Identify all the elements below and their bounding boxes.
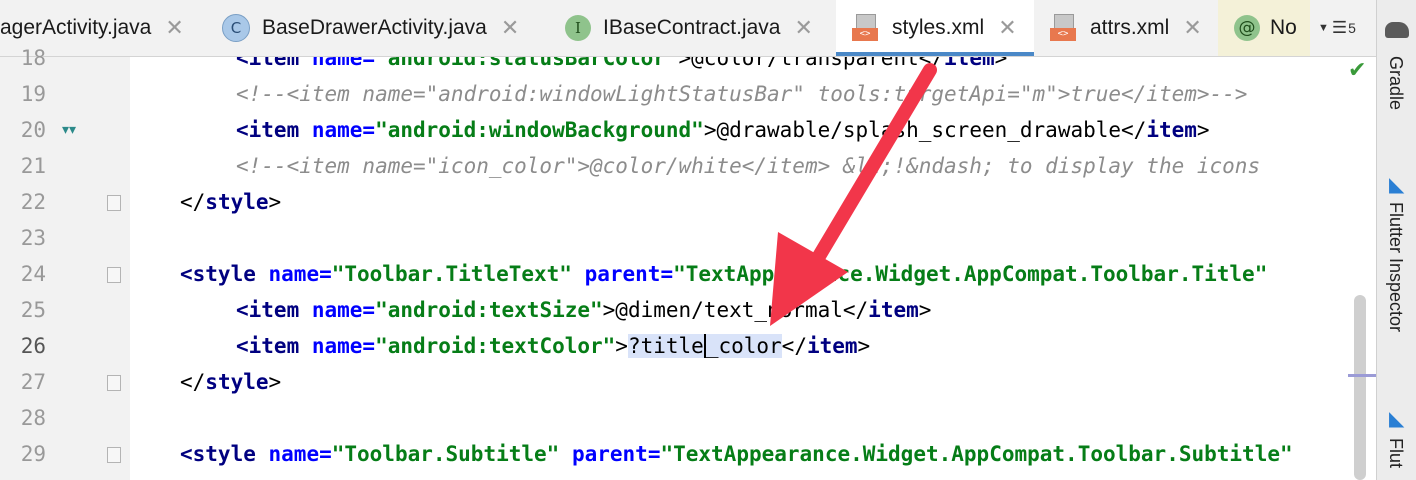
code-line-27: </style> <box>180 370 282 394</box>
tab-base-drawer-activity[interactable]: C BaseDrawerActivity.java ✕ <box>222 0 519 56</box>
tab-styles-xml[interactable]: <> styles.xml ✕ <box>836 0 1034 56</box>
selected-text: _color <box>705 334 782 358</box>
flutter-inspector-panel-button[interactable]: Flutter Inspector <box>1385 202 1406 332</box>
line-number: 22 <box>20 190 46 214</box>
fold-start-icon[interactable] <box>107 267 121 283</box>
chevron-down-icon: ▼ <box>1318 22 1329 34</box>
inspection-ok-icon[interactable]: ✔ <box>1348 58 1366 83</box>
xml-file-icon: <> <box>1050 14 1076 42</box>
interface-icon: I <box>565 15 591 41</box>
vertical-scrollbar[interactable] <box>1354 295 1366 480</box>
java-class-icon: C <box>222 14 250 42</box>
code-line-19: <!--<item name="android:windowLightStatu… <box>236 82 1248 106</box>
close-icon[interactable]: ✕ <box>501 16 519 41</box>
fold-start-icon[interactable] <box>107 447 121 463</box>
close-icon[interactable]: ✕ <box>794 16 812 41</box>
line-number: 19 <box>20 82 46 106</box>
code-line-20: <item name="android:windowBackground">@d… <box>236 118 1210 142</box>
line-number: 29 <box>20 442 46 466</box>
code-line-21: <!--<item name="icon_color">@color/white… <box>236 154 1261 178</box>
flutter-panel-button[interactable]: Flut <box>1385 438 1406 468</box>
scroll-marker <box>1348 374 1376 377</box>
line-number-current: 26 <box>20 334 46 358</box>
tab-label: agerActivity.java <box>0 16 152 39</box>
editor-tab-bar: agerActivity.java ✕ C BaseDrawerActivity… <box>0 0 1376 57</box>
annotation-icon: @ <box>1234 15 1260 41</box>
fold-end-icon[interactable] <box>107 195 121 211</box>
fold-end-icon[interactable] <box>107 375 121 391</box>
tab-label: No <box>1270 16 1297 39</box>
gradle-icon <box>1385 22 1409 38</box>
flutter-icon: ◣ <box>1389 172 1405 196</box>
code-line-22: </style> <box>180 190 282 214</box>
xml-file-icon: <> <box>852 14 878 42</box>
code-line-25: <item name="android:textSize">@dimen/tex… <box>236 298 932 322</box>
tab-label: styles.xml <box>892 16 985 39</box>
line-number: 18 <box>20 46 46 70</box>
tab-label: IBaseContract.java <box>603 16 781 39</box>
code-line-29: <style name="Toolbar.Subtitle" parent="T… <box>180 442 1293 466</box>
more-tabs-count: 5 <box>1348 20 1356 36</box>
selected-text: ?title <box>627 334 704 358</box>
line-number: 20 <box>20 118 46 142</box>
close-icon[interactable]: ✕ <box>1183 16 1201 41</box>
tab-attrs-xml[interactable]: <> attrs.xml ✕ <box>1036 0 1202 56</box>
line-number: 25 <box>20 298 46 322</box>
tab-annotation[interactable]: @ No <box>1218 0 1310 56</box>
close-icon[interactable]: ✕ <box>998 16 1016 41</box>
line-number: 24 <box>20 262 46 286</box>
line-number: 28 <box>20 406 46 430</box>
list-icon: ☰ <box>1331 18 1348 37</box>
more-tabs-button[interactable]: ▼ ☰ 5 <box>1318 0 1356 56</box>
tab-label: BaseDrawerActivity.java <box>262 16 487 39</box>
tab-label: attrs.xml <box>1090 16 1170 39</box>
close-icon[interactable]: ✕ <box>165 16 183 41</box>
code-line-26: <item name="android:textColor">?title_co… <box>236 334 871 358</box>
code-line-18: <item name="android:statusBarColor">@col… <box>236 57 1008 70</box>
line-number: 23 <box>20 226 46 250</box>
line-number: 21 <box>20 154 46 178</box>
tab-ibase-contract[interactable]: I IBaseContract.java ✕ <box>565 0 813 56</box>
flutter-icon: ◣ <box>1389 406 1405 430</box>
line-number: 27 <box>20 370 46 394</box>
gradle-panel-button[interactable]: Gradle <box>1385 56 1406 110</box>
color-preview-icon[interactable]: ▾▾ <box>62 122 76 138</box>
code-editor[interactable]: <item name="android:statusBarColor">@col… <box>130 57 1356 480</box>
code-line-24: <style name="Toolbar.TitleText" parent="… <box>180 262 1268 286</box>
